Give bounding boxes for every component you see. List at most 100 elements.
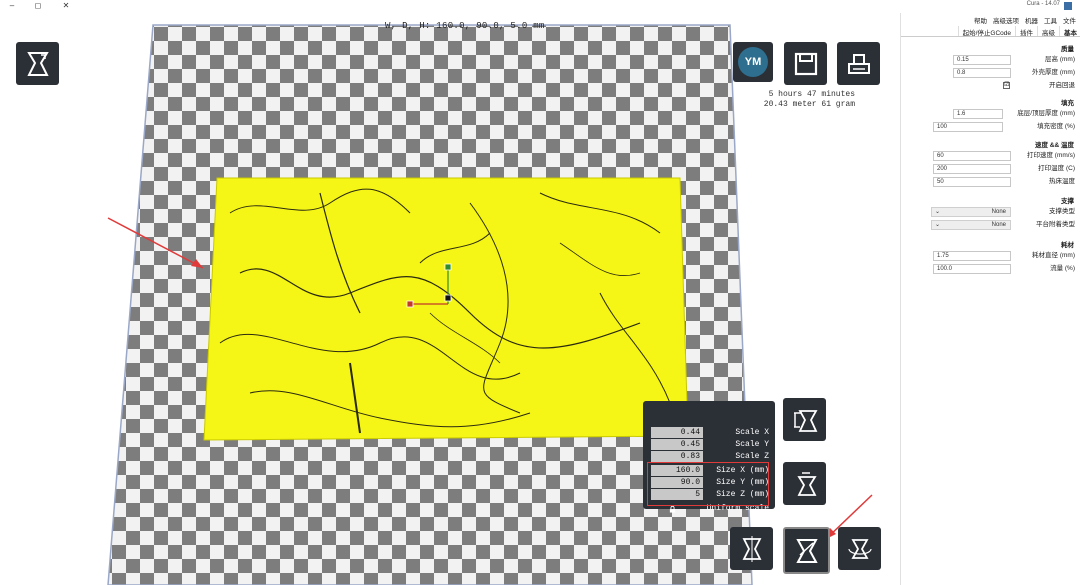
size-z-input[interactable]: 5: [651, 489, 703, 500]
load-model-button[interactable]: [16, 42, 59, 85]
rotate-icon: [847, 538, 872, 559]
save-button[interactable]: [784, 42, 827, 85]
mirror-button[interactable]: [730, 527, 773, 570]
bed-temp-input[interactable]: 50: [933, 177, 1011, 187]
section-support-title: 支撑: [1061, 198, 1074, 205]
mirror-icon: [742, 535, 761, 562]
fill-density-label: 填充密度 (%): [1037, 123, 1075, 130]
model-dimensions-label: W, D, H: 160.0, 90.0, 5.0 mm: [385, 21, 545, 31]
shell-thickness-input[interactable]: 0.8: [953, 68, 1011, 78]
tab-start-end-gcode[interactable]: 起始/停止GCode: [957, 26, 1015, 37]
scale-x-row: 0.44 Scale X: [651, 427, 769, 438]
gizmo-y-handle: [444, 263, 452, 271]
reset-scale-icon: [793, 409, 818, 432]
flow-label: 流量 (%): [1050, 265, 1075, 272]
settings-panel: 文件 工具 机器 高级选项 帮助 基本 高级 插件 起始/停止GCode 质量 …: [900, 13, 1080, 585]
retraction-checkbox[interactable]: ☑: [1003, 82, 1010, 89]
size-y-input[interactable]: 90.0: [651, 477, 703, 488]
maximize-button[interactable]: ◻: [30, 0, 46, 12]
size-y-label: Size Y (mm): [716, 478, 769, 487]
section-filament-title: 耗材: [1061, 242, 1074, 249]
scale-x-input[interactable]: 0.44: [651, 427, 703, 438]
scale-panel: 0.44 Scale X 0.45 Scale Y 0.83 Scale Z 1…: [643, 401, 775, 513]
cura-window: – ◻ ✕ Cura - 14.07 W, D, H: 160.0, 90.0,…: [0, 0, 1080, 585]
tab-basic[interactable]: 基本: [1059, 26, 1080, 37]
retraction-label: 开启回退: [1049, 82, 1075, 89]
adhesion-type-select[interactable]: ⌄ None: [931, 220, 1011, 230]
bed-temp-row: 50 热床温度: [901, 177, 1080, 187]
menu-expert[interactable]: 高级选项: [993, 15, 1019, 25]
section-speed-title: 速度 && 温度: [1035, 142, 1074, 149]
layer-height-input[interactable]: 0.15: [953, 55, 1011, 65]
print-estimate: 5 hours 47 minutes 20.43 meter 61 gram: [755, 90, 855, 110]
flow-input[interactable]: 100.0: [933, 264, 1011, 274]
chevron-down-icon: ⌄: [935, 209, 941, 215]
adhesion-type-value: None: [991, 222, 1006, 228]
tab-advanced[interactable]: 高级: [1037, 26, 1059, 37]
print-temp-label: 打印温度 (C): [1038, 165, 1075, 172]
window-title: Cura - 14.07: [1026, 1, 1060, 7]
retraction-row: ☑ 开启回退: [901, 81, 1080, 91]
scale-x-label: Scale X: [735, 428, 769, 437]
scale-tool-button[interactable]: [783, 527, 830, 574]
size-x-input[interactable]: 160.0: [651, 465, 703, 476]
filament-diameter-input[interactable]: 1.75: [933, 251, 1011, 261]
print-speed-input[interactable]: 60: [933, 151, 1011, 161]
printer-icon: [847, 53, 870, 74]
uniform-scale-label: Uniform scale: [706, 504, 769, 513]
scale-tool-icon: [795, 538, 818, 563]
print-speed-row: 60 打印速度 (mm/s): [901, 151, 1080, 161]
layer-height-row: 0.15 层高 (mm): [901, 55, 1080, 65]
account-button[interactable]: YM: [733, 42, 773, 82]
title-bar: – ◻ ✕ Cura - 14.07: [0, 0, 1080, 13]
section-quality-title: 质量: [1061, 46, 1074, 53]
bottom-top-thickness-row: 1.6 底层/顶层厚度 (mm): [901, 109, 1080, 119]
flow-row: 100.0 流量 (%): [901, 264, 1080, 274]
section-fill-title: 填充: [1061, 100, 1074, 107]
avatar: YM: [738, 47, 768, 77]
support-type-value: None: [991, 209, 1006, 215]
scale-z-input[interactable]: 0.83: [651, 451, 703, 462]
close-button[interactable]: ✕: [58, 0, 74, 12]
support-type-label: 支撑类型: [1049, 208, 1075, 215]
viewport-3d[interactable]: W, D, H: 160.0, 90.0, 5.0 mm YM 5 hours …: [0, 13, 900, 585]
reset-scale-button[interactable]: [783, 398, 826, 441]
size-x-label: Size X (mm): [716, 466, 769, 475]
save-icon: [794, 52, 817, 75]
cura-app-icon: [1064, 2, 1072, 10]
print-temp-row: 200 打印温度 (C): [901, 164, 1080, 174]
gizmo-origin-handle: [444, 294, 452, 302]
load-model-icon: [26, 51, 49, 76]
minimize-button[interactable]: –: [4, 0, 20, 12]
print-temp-input[interactable]: 200: [933, 164, 1011, 174]
print-material-text: 20.43 meter 61 gram: [763, 100, 855, 109]
adhesion-type-row: ⌄ None 平台附着类型: [901, 220, 1080, 230]
shell-thickness-label: 外壳厚度 (mm): [1032, 69, 1075, 76]
menu-bar: 文件 工具 机器 高级选项 帮助: [974, 15, 1076, 25]
support-type-row: ⌄ None 支撑类型: [901, 207, 1080, 217]
fill-density-input[interactable]: 100: [933, 122, 1003, 132]
lay-flat-icon: [796, 471, 817, 496]
scale-y-row: 0.45 Scale Y: [651, 439, 769, 450]
bottom-top-thickness-input[interactable]: 1.6: [953, 109, 1003, 119]
gizmo-x-handle: [406, 300, 414, 308]
scale-y-label: Scale Y: [735, 440, 769, 449]
print-speed-label: 打印速度 (mm/s): [1026, 152, 1075, 159]
filament-diameter-label: 耗材直径 (mm): [1032, 252, 1075, 259]
model-lithophane: [203, 177, 689, 441]
print-button[interactable]: [837, 42, 880, 85]
tab-plugins[interactable]: 插件: [1015, 26, 1037, 37]
adhesion-type-label: 平台附着类型: [1036, 221, 1075, 228]
bottom-top-thickness-label: 底层/顶层厚度 (mm): [1017, 110, 1075, 117]
size-z-row: 5 Size Z (mm): [651, 489, 769, 500]
menu-tools[interactable]: 工具: [1044, 15, 1057, 25]
shell-thickness-row: 0.8 外壳厚度 (mm): [901, 68, 1080, 78]
lay-flat-button[interactable]: [783, 462, 826, 505]
menu-machine[interactable]: 机器: [1025, 15, 1038, 25]
support-type-select[interactable]: ⌄ None: [931, 207, 1011, 217]
menu-help[interactable]: 帮助: [974, 15, 987, 25]
filament-diameter-row: 1.75 耗材直径 (mm): [901, 251, 1080, 261]
menu-file[interactable]: 文件: [1063, 15, 1076, 25]
rotate-button[interactable]: [838, 527, 881, 570]
scale-y-input[interactable]: 0.45: [651, 439, 703, 450]
